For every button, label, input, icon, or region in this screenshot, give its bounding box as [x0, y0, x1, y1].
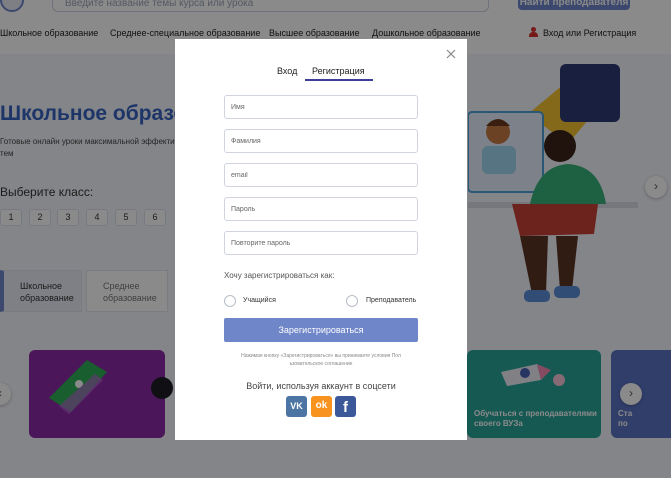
odnoklassniki-icon: ok — [315, 400, 328, 411]
role-student-radio[interactable] — [224, 295, 236, 307]
password-repeat-field[interactable] — [224, 231, 418, 255]
facebook-icon: f — [343, 399, 348, 416]
vk-icon: VK — [290, 401, 303, 411]
name-field[interactable] — [224, 95, 418, 119]
role-teacher-radio[interactable] — [346, 295, 358, 307]
ok-login-button[interactable]: ok — [311, 396, 332, 417]
registration-modal: Вход Регистрация Хочу зарегистрироваться… — [175, 39, 467, 440]
register-button[interactable]: Зарегистрироваться — [224, 318, 418, 342]
surname-field[interactable] — [224, 129, 418, 153]
close-icon[interactable] — [445, 48, 457, 60]
password-field[interactable] — [224, 197, 418, 221]
terms-text: Нажимая кнопку «Зарегистрироваться» вы п… — [215, 352, 427, 368]
active-tab-indicator — [305, 79, 373, 81]
role-title: Хочу зарегистрироваться как: — [224, 271, 335, 280]
vk-login-button[interactable]: VK — [286, 396, 307, 417]
facebook-login-button[interactable]: f — [335, 396, 356, 417]
social-login-title: Войти, используя аккаунт в соцсети — [246, 381, 396, 391]
tab-register[interactable]: Регистрация — [312, 66, 365, 76]
email-field[interactable] — [224, 163, 418, 187]
role-student-label[interactable]: Учащийся — [243, 297, 276, 304]
terms-line: Нажимая кнопку «Зарегистрироваться» вы п… — [241, 353, 401, 359]
tab-login[interactable]: Вход — [277, 66, 297, 76]
role-teacher-label[interactable]: Преподаватель — [366, 297, 416, 304]
terms-line[interactable]: ьзовательское соглашение — [215, 360, 427, 368]
